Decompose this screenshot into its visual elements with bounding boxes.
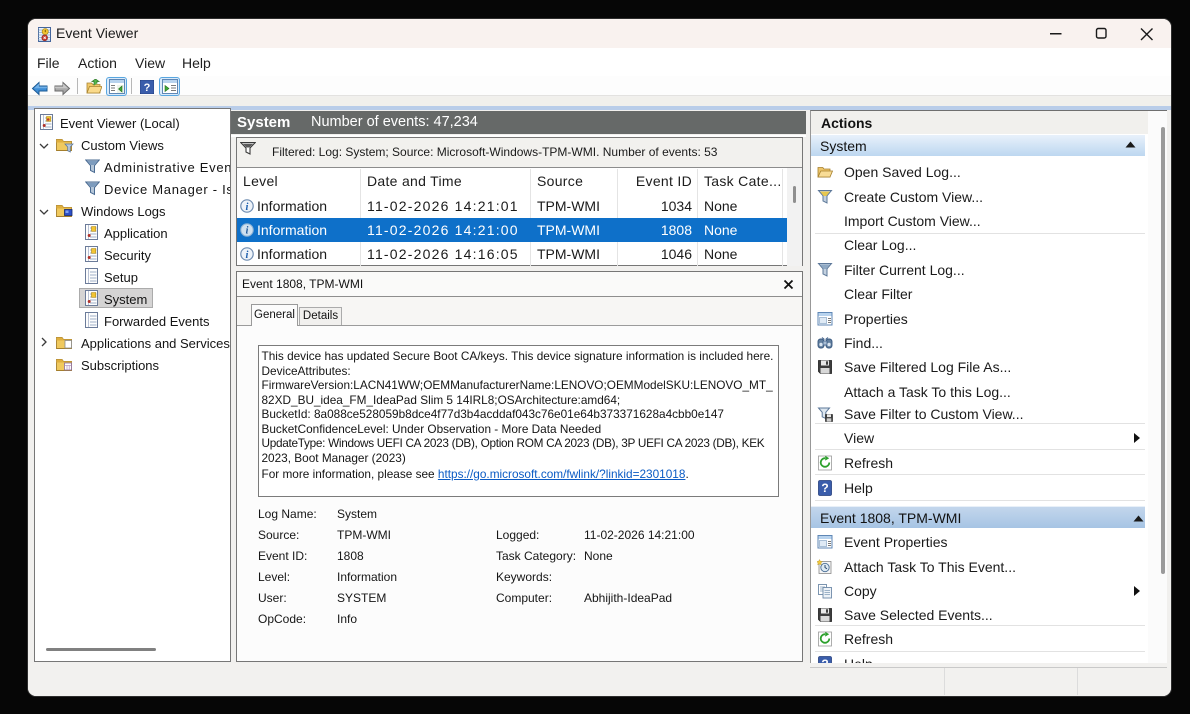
svg-text:?: ? (821, 481, 828, 495)
svg-text:i: i (246, 226, 249, 237)
svg-text:i: i (246, 250, 249, 261)
svg-text:?: ? (144, 82, 151, 94)
svg-text:i: i (246, 202, 249, 213)
